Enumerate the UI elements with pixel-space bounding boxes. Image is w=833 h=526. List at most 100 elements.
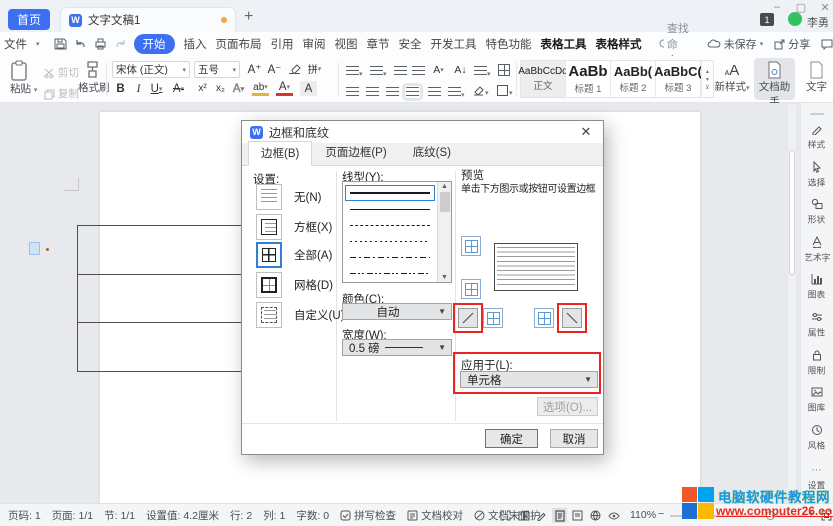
gallery-more-button[interactable]: ⊻ <box>705 84 709 91</box>
home-tab[interactable]: 首页 <box>8 9 50 30</box>
menu-item-view[interactable]: 视图 <box>335 36 358 52</box>
web-view-button[interactable] <box>588 508 603 523</box>
menu-item-page-layout[interactable]: 页面布局 <box>216 36 262 52</box>
table-borders-button[interactable] <box>498 63 510 81</box>
paragraph-mark-button[interactable]: ▾ <box>474 63 491 81</box>
setting-custom[interactable]: 自定义(U) <box>256 302 344 328</box>
outline-view-button[interactable] <box>570 508 585 523</box>
font-color-button[interactable]: A▾ <box>276 81 293 96</box>
line-style-list[interactable]: ▲ ▼ <box>342 181 452 283</box>
window-close-button[interactable]: ✕ <box>818 1 832 14</box>
menu-item-special-features[interactable]: 特色功能 <box>486 36 532 52</box>
diagonal-down-border-button[interactable] <box>562 308 582 328</box>
align-center-button[interactable] <box>366 84 379 102</box>
floating-doc-icon[interactable] <box>29 242 40 255</box>
character-scale-button[interactable]: A▾ <box>430 62 447 77</box>
sidebar-handle[interactable] <box>810 113 824 115</box>
sort-button[interactable]: A↓ <box>452 62 469 77</box>
zoom-level[interactable]: 110% <box>630 509 656 521</box>
eye-protect-button[interactable] <box>606 508 621 523</box>
vertical-scrollbar[interactable] <box>788 105 796 501</box>
line-style-solid[interactable] <box>343 201 437 217</box>
undo-icon[interactable] <box>74 35 87 53</box>
decrease-indent-button[interactable] <box>394 63 407 81</box>
shading-color-button[interactable]: ▾ <box>472 82 489 100</box>
options-button[interactable]: 选项(O)... <box>537 397 598 416</box>
paste-button[interactable]: 粘贴 ▾ <box>10 60 37 96</box>
menu-item-insert[interactable]: 插入 <box>184 36 207 52</box>
superscript-button[interactable]: x² <box>194 81 211 96</box>
underline-button[interactable]: U▾ <box>148 81 165 96</box>
menu-item-table-tools[interactable]: 表格工具 <box>541 36 587 52</box>
subscript-button[interactable]: x₂ <box>212 81 229 96</box>
menu-item-section[interactable]: 章节 <box>367 36 390 52</box>
font-size-combo[interactable]: 五号▾ <box>194 61 240 78</box>
menu-item-dev-tools[interactable]: 开发工具 <box>431 36 477 52</box>
proofing-button[interactable]: 文档校对 <box>407 508 463 523</box>
setting-box[interactable]: 方框(X) <box>256 214 332 240</box>
dialog-close-button[interactable]: ✕ <box>577 124 595 140</box>
gallery-down-button[interactable]: ▾ <box>706 76 709 83</box>
list-scrollbar[interactable]: ▲ ▼ <box>437 182 451 282</box>
pinyin-guide-button[interactable]: 拼▾ <box>306 61 323 76</box>
menu-item-security[interactable]: 安全 <box>399 36 422 52</box>
doc-assistant-button[interactable]: 文档助手 <box>754 58 795 100</box>
minimize-button[interactable]: – <box>770 1 784 13</box>
sidebar-item-styles[interactable]: 样式 <box>807 123 826 161</box>
sidebar-item-properties[interactable]: 属性 <box>807 311 826 349</box>
align-left-button[interactable] <box>346 84 359 102</box>
sidebar-item-gallery[interactable]: 图库 <box>807 386 826 424</box>
font-name-combo[interactable]: 宋体 (正文)▾ <box>112 61 190 78</box>
style-card-heading2[interactable]: AaBb( 标题 2 <box>611 61 656 97</box>
tab-page-border[interactable]: 页面边框(P) <box>312 140 399 165</box>
width-dropdown[interactable]: 0.5 磅 ▼ <box>342 339 452 356</box>
tab-borders[interactable]: 边框(B) <box>248 141 312 166</box>
notification-badge[interactable]: 1 <box>760 13 774 26</box>
line-style-dash-dot-dot[interactable] <box>343 265 437 281</box>
new-tab-button[interactable]: + <box>244 8 253 26</box>
align-right-button[interactable] <box>386 84 399 102</box>
cut-button[interactable]: 剪切 <box>44 63 79 81</box>
color-dropdown[interactable]: 自动 ▼ <box>342 303 452 320</box>
diagonal-up-border-button[interactable] <box>458 308 478 328</box>
style-card-heading1[interactable]: AaBb 标题 1 <box>566 61 611 97</box>
avatar[interactable] <box>788 12 802 26</box>
justify-button[interactable] <box>406 84 419 102</box>
new-style-button[interactable]: ᴀA 新样式▾ <box>712 62 752 94</box>
redo-icon[interactable] <box>114 35 127 53</box>
strikethrough-button[interactable]: A▾ <box>170 81 187 96</box>
line-style-thick-solid[interactable] <box>345 185 435 201</box>
style-card-heading3[interactable]: AaBbC( 标题 3 <box>656 61 701 97</box>
print-icon[interactable] <box>94 35 107 53</box>
text-tool-button[interactable]: 文字 <box>800 58 833 100</box>
inner-horizontal-border-button[interactable] <box>461 279 481 299</box>
format-painter-button[interactable]: 格式刷 <box>78 60 110 95</box>
increase-indent-button[interactable] <box>412 63 425 81</box>
line-spacing-button[interactable]: ▾ <box>448 84 465 102</box>
menu-item-review[interactable]: 审阅 <box>303 36 326 52</box>
sidebar-item-chart[interactable]: 图表 <box>807 273 826 311</box>
document-tab[interactable]: W 文字文稿1 <box>60 7 236 32</box>
character-shading-button[interactable]: A <box>300 81 317 96</box>
text-effects-button[interactable]: A▾ <box>230 81 247 96</box>
distribute-button[interactable] <box>428 84 441 102</box>
sidebar-item-shapes[interactable]: 形状 <box>807 198 826 236</box>
line-style-dotted[interactable] <box>343 233 437 249</box>
highlight-button[interactable]: ab▾ <box>252 81 269 96</box>
italic-button[interactable]: I <box>130 81 147 96</box>
save-icon[interactable] <box>54 35 67 53</box>
menu-item-references[interactable]: 引用 <box>271 36 294 52</box>
top-border-button[interactable] <box>461 236 481 256</box>
scroll-up-icon[interactable]: ▲ <box>441 183 448 190</box>
setting-grid[interactable]: 网格(D) <box>256 272 333 298</box>
style-card-body-text[interactable]: AaBbCcDd 正文 <box>521 61 566 97</box>
gallery-up-button[interactable]: ▴ <box>706 68 709 75</box>
bullets-button[interactable]: ▾ <box>346 63 363 81</box>
line-style-dashed[interactable] <box>343 217 437 233</box>
copy-button[interactable]: 复制 <box>44 84 79 102</box>
inner-borders-button-right[interactable] <box>534 308 554 328</box>
share-button[interactable]: 分享 <box>774 36 810 52</box>
decrease-font-button[interactable]: A⁻ <box>266 61 283 76</box>
file-menu[interactable]: 文件 <box>4 36 27 52</box>
tab-shading[interactable]: 底纹(S) <box>400 140 464 165</box>
